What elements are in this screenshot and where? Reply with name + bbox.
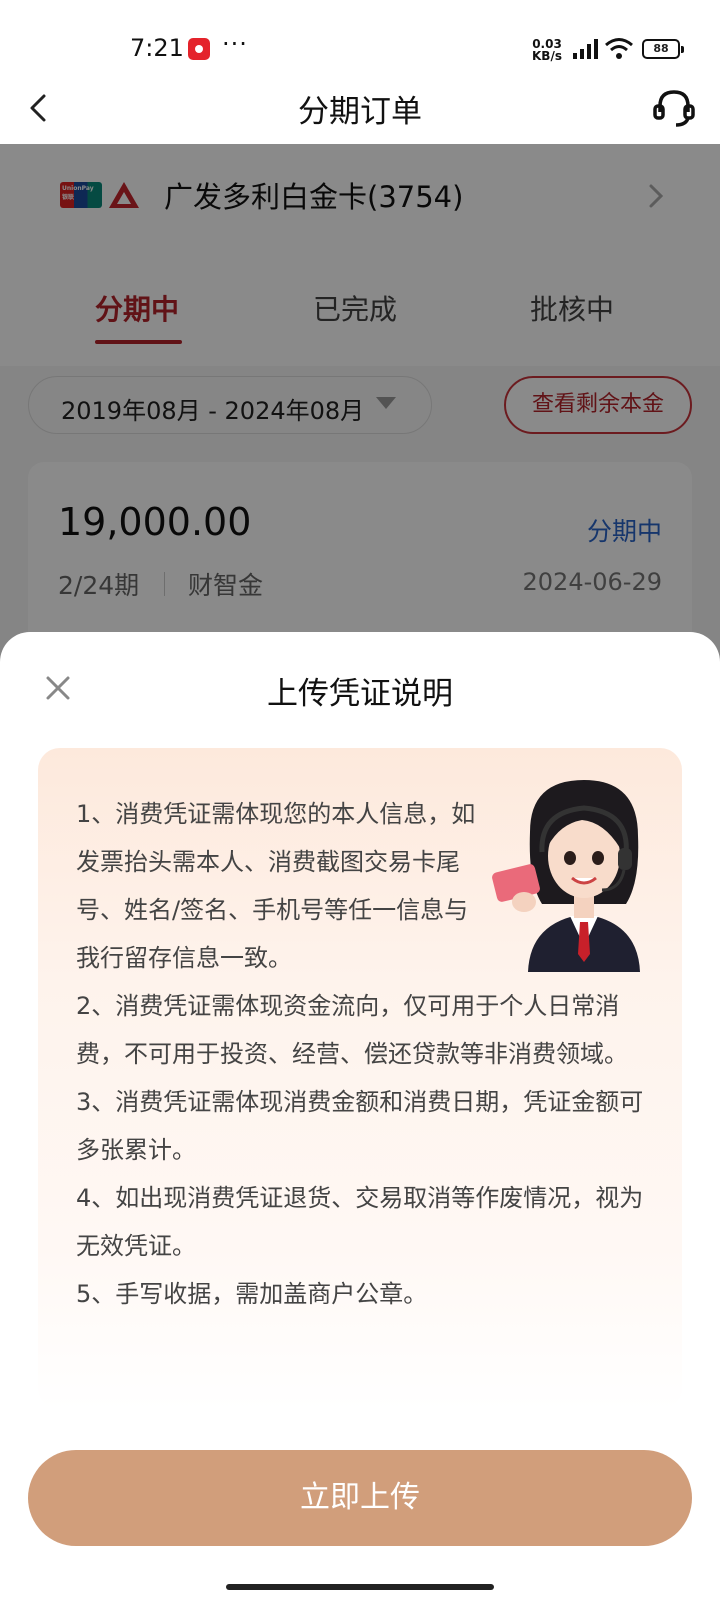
battery-icon: 88: [642, 39, 684, 59]
more-notifications-icon: ···: [222, 30, 248, 58]
signal-icon: [573, 39, 598, 59]
service-agent-illustration: [492, 780, 640, 972]
status-time: 7:21: [130, 34, 184, 62]
instruction-list: 2、消费凭证需体现资金流向，仅可用于个人日常消费，不可用于投资、经营、偿还贷款等…: [76, 982, 648, 1318]
instruction-item-2: 2、消费凭证需体现资金流向，仅可用于个人日常消费，不可用于投资、经营、偿还贷款等…: [76, 992, 628, 1068]
headset-icon[interactable]: [652, 88, 696, 128]
network-speed: 0.03 KB/s: [532, 38, 562, 62]
upload-now-button[interactable]: 立即上传: [28, 1450, 692, 1546]
app-notification-icon: [188, 38, 210, 60]
instructions-panel: 1、消费凭证需体现您的本人信息，如发票抬头需本人、消费截图交易卡尾号、姓名/签名…: [38, 748, 682, 1410]
wifi-icon: [605, 38, 633, 59]
instruction-item-4: 4、如出现消费凭证退货、交易取消等作废情况，视为无效凭证。: [76, 1184, 644, 1260]
sheet-title: 上传凭证说明: [267, 676, 453, 712]
home-indicator[interactable]: [226, 1584, 494, 1590]
network-speed-unit: KB/s: [532, 49, 562, 63]
instruction-item-5: 5、手写收据，需加盖商户公章。: [76, 1280, 428, 1308]
instruction-item-3: 3、消费凭证需体现消费金额和消费日期，凭证金额可多张累计。: [76, 1088, 644, 1164]
instruction-item-1: 1、消费凭证需体现您的本人信息，如发票抬头需本人、消费截图交易卡尾号、姓名/签名…: [76, 800, 476, 972]
upload-voucher-sheet: 上传凭证说明 1、消费凭证需体现您的本人信息，如发票抬头需本人、消费截图交易卡尾…: [0, 632, 720, 1600]
app-header: 分期订单: [0, 70, 720, 144]
page-title: 分期订单: [298, 94, 422, 130]
